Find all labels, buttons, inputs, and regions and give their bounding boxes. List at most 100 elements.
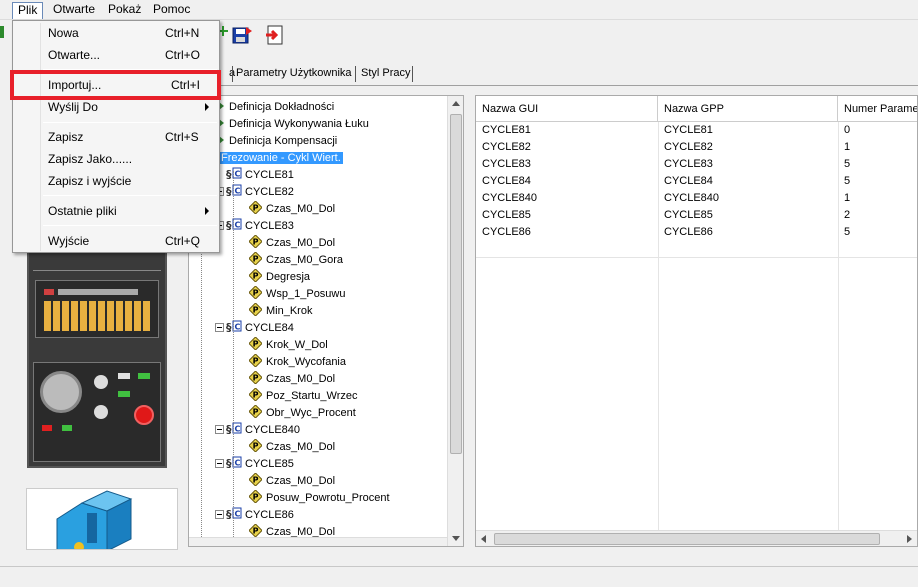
menu-item-zapisz-jako[interactable]: Zapisz Jako......	[14, 149, 218, 169]
tree-parameter-node[interactable]: P Czas_M0_Dol	[249, 201, 335, 218]
svg-text:P: P	[253, 442, 259, 451]
cycle-icon: § C	[226, 507, 242, 520]
tree-item[interactable]: Definicja Kompensacji	[219, 133, 337, 150]
tree-hscroll[interactable]	[189, 537, 447, 546]
grid-cell-gpp[interactable]: CYCLE84	[658, 173, 838, 190]
tree-item-selected[interactable]: Frezowanie - Cykl Wiert.	[219, 150, 343, 167]
highlight-box-importuj	[10, 70, 221, 100]
grid-cell-gpp[interactable]: CYCLE82	[658, 139, 838, 156]
grid-cell-numer[interactable]: 5	[838, 224, 917, 241]
grid-cell-gui[interactable]: CYCLE81	[476, 122, 658, 139]
svg-text:P: P	[253, 391, 259, 400]
tree-parameter-node[interactable]: P Czas_M0_Gora	[249, 252, 343, 269]
tree-parameter-node[interactable]: P Wsp_1_Posuwu	[249, 286, 346, 303]
menu-item-otwarte[interactable]: Otwarte... Ctrl+O	[14, 45, 218, 65]
menu-item-ostatnie-pliki[interactable]: Ostatnie pliki	[14, 201, 218, 221]
collapse-icon[interactable]	[215, 510, 224, 519]
grid-cell-gui[interactable]: CYCLE82	[476, 139, 658, 156]
scroll-left-icon[interactable]	[481, 535, 486, 543]
grid-cell-gui[interactable]: CYCLE84	[476, 173, 658, 190]
menu-pokaz[interactable]: Pokaż	[103, 2, 146, 19]
tree-cycle-node[interactable]: § C CYCLE86	[215, 507, 294, 524]
menu-plik[interactable]: Plik	[12, 2, 44, 19]
tree-parameter-node[interactable]: P Krok_W_Dol	[249, 337, 328, 354]
grid-cell-gui[interactable]: CYCLE840	[476, 190, 658, 207]
svg-text:P: P	[253, 493, 259, 502]
scroll-up-icon[interactable]	[452, 101, 460, 106]
menu-item-zapisz-i-wyjscie[interactable]: Zapisz i wyjście	[14, 171, 218, 191]
toolbar-edge-icon	[0, 26, 4, 38]
cycle-icon: § C	[226, 422, 242, 435]
grid-cell-gui[interactable]: CYCLE86	[476, 224, 658, 241]
menu-item-nowa[interactable]: Nowa Ctrl+N	[14, 23, 218, 43]
grid-cell-gpp[interactable]: CYCLE840	[658, 190, 838, 207]
menu-separator	[43, 195, 217, 196]
svg-text:§: §	[226, 508, 232, 520]
tab-parametry-uzytkownika[interactable]: Parametry Użytkownika	[233, 64, 355, 83]
menu-otwarte[interactable]: Otwarte	[48, 2, 100, 19]
tree-scroll-thumb[interactable]	[450, 114, 462, 454]
tree-item[interactable]: Definicja Wykonywania Łuku	[219, 116, 369, 133]
svg-text:C: C	[235, 510, 241, 519]
parameter-icon: P	[249, 337, 262, 350]
svg-text:§: §	[226, 185, 232, 197]
grid-hscroll[interactable]	[476, 530, 917, 546]
grid-cell-numer[interactable]: 5	[838, 156, 917, 173]
collapse-icon[interactable]	[215, 323, 224, 332]
tree-cycle-node[interactable]: § C CYCLE82	[215, 184, 294, 201]
grid-cell-numer[interactable]: 1	[838, 190, 917, 207]
tree-parameter-node[interactable]: P Czas_M0_Dol	[249, 473, 335, 490]
grid-cell-numer[interactable]: 2	[838, 207, 917, 224]
grid-cell-gpp[interactable]: CYCLE81	[658, 122, 838, 139]
tree-parameter-node[interactable]: P Czas_M0_Dol	[249, 235, 335, 252]
tree-cycle-node[interactable]: § C CYCLE84	[215, 320, 294, 337]
grid-cell-gpp[interactable]: CYCLE85	[658, 207, 838, 224]
menu-item-wyslij-do[interactable]: Wyślij Do	[14, 97, 218, 117]
grid-cell-numer[interactable]: 1	[838, 139, 917, 156]
tree-cycle-node[interactable]: § C CYCLE85	[215, 456, 294, 473]
svg-text:P: P	[253, 357, 259, 366]
column-header-numer-parametru[interactable]: Numer Parame	[838, 96, 917, 122]
machine-3d-image	[26, 488, 178, 550]
grid-cell-numer[interactable]: 5	[838, 173, 917, 190]
parameter-grid[interactable]: Nazwa GUI Nazwa GPP Numer Parame CYCLE81…	[475, 95, 918, 547]
grid-scroll-thumb[interactable]	[494, 533, 880, 545]
tab-styl-pracy[interactable]: Styl Pracy	[358, 64, 414, 83]
tree-cycle-node[interactable]: § C CYCLE840	[215, 422, 300, 439]
tree-cycle-node[interactable]: § C CYCLE81	[226, 167, 294, 184]
tree-parameter-node[interactable]: P Czas_M0_Dol	[249, 439, 335, 456]
submenu-arrow-icon	[205, 103, 209, 111]
scroll-right-icon[interactable]	[907, 535, 912, 543]
tree-parameter-node[interactable]: P Posuw_Powrotu_Procent	[249, 490, 390, 507]
scroll-down-icon[interactable]	[452, 536, 460, 541]
tree-parameter-node[interactable]: P Min_Krok	[249, 303, 312, 320]
save-as-icon[interactable]	[232, 25, 254, 45]
tree-parameter-node[interactable]: P Poz_Startu_Wrzec	[249, 388, 358, 405]
grid-cell-gpp[interactable]: CYCLE86	[658, 224, 838, 241]
svg-text:C: C	[235, 459, 241, 468]
exit-icon[interactable]	[265, 25, 287, 45]
tree-parameter-node[interactable]: P Krok_Wycofania	[249, 354, 346, 371]
collapse-icon[interactable]	[215, 425, 224, 434]
menu-item-wyjscie[interactable]: Wyjście Ctrl+Q	[14, 231, 218, 251]
grid-cell-gui[interactable]: CYCLE83	[476, 156, 658, 173]
tree-cycle-node[interactable]: § C CYCLE83	[215, 218, 294, 235]
menu-pomoc[interactable]: Pomoc	[148, 2, 195, 19]
tree-parameter-node[interactable]: P Obr_Wyc_Procent	[249, 405, 356, 422]
tree-parameter-node[interactable]: P Degresja	[249, 269, 310, 286]
parameter-icon: P	[249, 439, 262, 452]
tree-scrollbar[interactable]	[447, 96, 463, 546]
svg-text:P: P	[253, 340, 259, 349]
grid-cell-numer[interactable]: 0	[838, 122, 917, 139]
column-header-nazwa-gpp[interactable]: Nazwa GPP	[658, 96, 838, 122]
tree-item[interactable]: Definicja Dokładności	[219, 99, 334, 116]
column-header-nazwa-gui[interactable]: Nazwa GUI	[476, 96, 658, 122]
parameter-icon: P	[249, 286, 262, 299]
grid-cell-gpp[interactable]: CYCLE83	[658, 156, 838, 173]
tree-parameter-node[interactable]: P Czas_M0_Dol	[249, 371, 335, 388]
menu-item-zapisz[interactable]: Zapisz Ctrl+S	[14, 127, 218, 147]
cycle-tree[interactable]: Definicja Dokładności Definicja Wykonywan…	[188, 95, 464, 547]
grid-cell-gui[interactable]: CYCLE85	[476, 207, 658, 224]
collapse-icon[interactable]	[215, 459, 224, 468]
parameter-icon: P	[249, 490, 262, 503]
